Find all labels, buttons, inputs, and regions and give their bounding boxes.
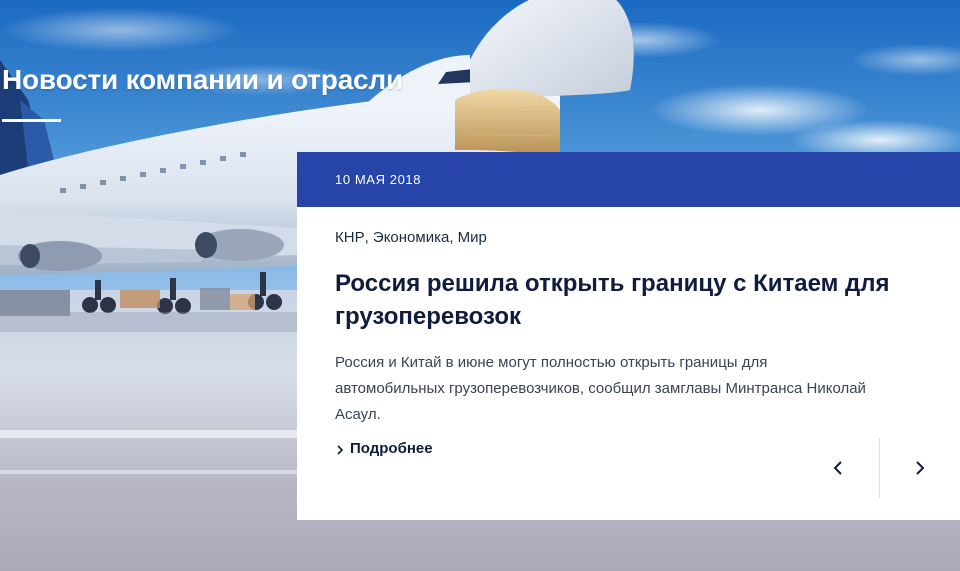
chevron-left-icon xyxy=(832,460,844,476)
next-slide-button[interactable] xyxy=(880,438,960,498)
news-tag-link[interactable]: КНР xyxy=(335,229,365,247)
news-tags: КНР, Экономика, Мир xyxy=(335,229,922,247)
news-slider-section: Новости компании и отрасли 10 МАЯ 2018 К… xyxy=(0,0,960,571)
news-tag-link[interactable]: Мир xyxy=(458,229,487,247)
section-title-underline xyxy=(2,119,61,122)
news-tag-separator: , xyxy=(449,229,458,246)
chevron-right-icon xyxy=(914,460,926,476)
read-more-label: Подробнее xyxy=(350,440,433,457)
news-date: 10 МАЯ 2018 xyxy=(335,172,422,187)
section-title: Новости компании и отрасли xyxy=(2,64,404,95)
news-card: 10 МАЯ 2018 КНР, Экономика, Мир Россия р… xyxy=(297,152,960,520)
read-more-link[interactable]: Подробнее xyxy=(335,440,433,457)
news-headline[interactable]: Россия решила открыть границу с Китаем д… xyxy=(335,267,895,333)
news-date-bar: 10 МАЯ 2018 xyxy=(297,152,960,207)
news-card-body: КНР, Экономика, Мир Россия решила открыт… xyxy=(297,207,960,461)
previous-slide-button[interactable] xyxy=(798,438,879,498)
news-excerpt: Россия и Китай в июне могут полностью от… xyxy=(335,354,866,423)
news-tag-separator: , xyxy=(364,229,373,246)
chevron-right-icon xyxy=(335,443,345,455)
news-tag-link[interactable]: Экономика xyxy=(373,229,449,247)
slider-navigation xyxy=(798,438,960,498)
